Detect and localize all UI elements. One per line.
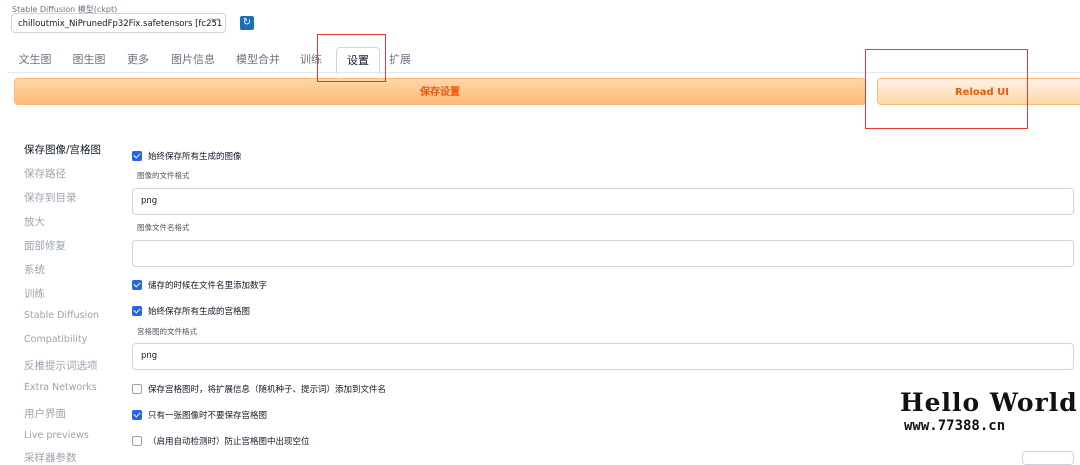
tab-txt2img[interactable]: 文生图	[16, 47, 54, 73]
watermark-url: www.77388.cn	[904, 418, 1006, 434]
grid-prevent-empty-spots-label: （启用自动检测时）防止宫格图中出现空位	[148, 437, 310, 447]
checkbox-unchecked-icon	[132, 383, 142, 394]
highlight-reload-ui	[865, 49, 1028, 129]
sidebar-item-saving-paths[interactable]: 保存路径	[24, 166, 66, 181]
add-number-to-filename-checkbox[interactable]: 储存的时候在文件名里添加数字	[132, 279, 268, 292]
tab-img2img[interactable]: 图生图	[70, 47, 108, 73]
grid-only-if-multiple-checkbox[interactable]: 只有一张图像时不要保存宫格图	[132, 409, 268, 422]
image-format-label: 图像的文件格式	[137, 171, 190, 180]
save-settings-button[interactable]: 保存设置	[14, 78, 866, 105]
grid-extended-filename-checkbox[interactable]: 保存宫格图时，将扩展信息（随机种子、提示词）添加到文件名	[132, 383, 387, 396]
tab-checkpoint-merger[interactable]: 模型合并	[233, 47, 283, 73]
grid-prevent-empty-spots-checkbox[interactable]: （启用自动检测时）防止宫格图中出现空位	[132, 435, 310, 448]
sidebar-item-user-interface[interactable]: 用户界面	[24, 406, 66, 421]
watermark-title: Hello World	[900, 388, 1078, 417]
grid-format-label: 宫格图的文件格式	[137, 327, 197, 336]
chevron-down-icon: ﹀	[209, 19, 219, 29]
model-select-value: chilloutmix_NiPrunedFp32Fix.safetensors …	[18, 19, 223, 29]
checkbox-checked-icon	[132, 305, 142, 316]
grid-extended-filename-label: 保存宫格图时，将扩展信息（随机种子、提示词）添加到文件名	[148, 385, 387, 395]
sidebar-item-face-restoration[interactable]: 面部修复	[24, 238, 66, 253]
image-format-input[interactable]: png	[132, 188, 1074, 215]
sidebar-item-extra-networks[interactable]: Extra Networks	[24, 382, 97, 393]
sidebar-item-saving-to-dirs[interactable]: 保存到目录	[24, 190, 77, 205]
sidebar-item-training[interactable]: 训练	[24, 286, 45, 301]
always-save-images-label: 始终保存所有生成的图像	[148, 152, 242, 162]
sidebar-item-interrogate[interactable]: 反推提示词选项	[24, 358, 98, 373]
refresh-icon[interactable]: ↻	[240, 16, 254, 30]
checkbox-checked-icon	[132, 150, 142, 161]
sidebar-item-saving-images[interactable]: 保存图像/宫格图	[24, 142, 101, 157]
sidebar-item-stable-diffusion[interactable]: Stable Diffusion	[24, 310, 99, 321]
always-save-grids-label: 始终保存所有生成的宫格图	[148, 307, 251, 317]
image-filename-pattern-label: 图像文件名格式	[137, 223, 190, 232]
highlight-settings-tab	[317, 34, 386, 82]
sidebar-item-live-previews[interactable]: Live previews	[24, 430, 89, 441]
always-save-images-checkbox[interactable]: 始终保存所有生成的图像	[132, 150, 242, 163]
sidebar-item-upscaling[interactable]: 放大	[24, 214, 45, 229]
add-number-to-filename-label: 储存的时候在文件名里添加数字	[148, 281, 268, 291]
checkbox-checked-icon	[132, 279, 142, 290]
tab-extensions[interactable]: 扩展	[386, 47, 414, 73]
partial-input-bottom-right[interactable]	[1022, 451, 1074, 465]
tab-extras[interactable]: 更多	[124, 47, 152, 73]
sidebar-item-system[interactable]: 系统	[24, 262, 45, 277]
model-select[interactable]: chilloutmix_NiPrunedFp32Fix.safetensors …	[11, 13, 226, 33]
grid-format-input[interactable]: png	[132, 343, 1074, 370]
checkbox-unchecked-icon	[132, 435, 142, 446]
sidebar-item-compatibility[interactable]: Compatibility	[24, 334, 87, 345]
grid-only-if-multiple-label: 只有一张图像时不要保存宫格图	[148, 411, 268, 421]
tab-png-info[interactable]: 图片信息	[168, 47, 218, 73]
checkbox-checked-icon	[132, 409, 142, 420]
image-filename-pattern-input[interactable]	[132, 240, 1074, 267]
always-save-grids-checkbox[interactable]: 始终保存所有生成的宫格图	[132, 305, 251, 318]
